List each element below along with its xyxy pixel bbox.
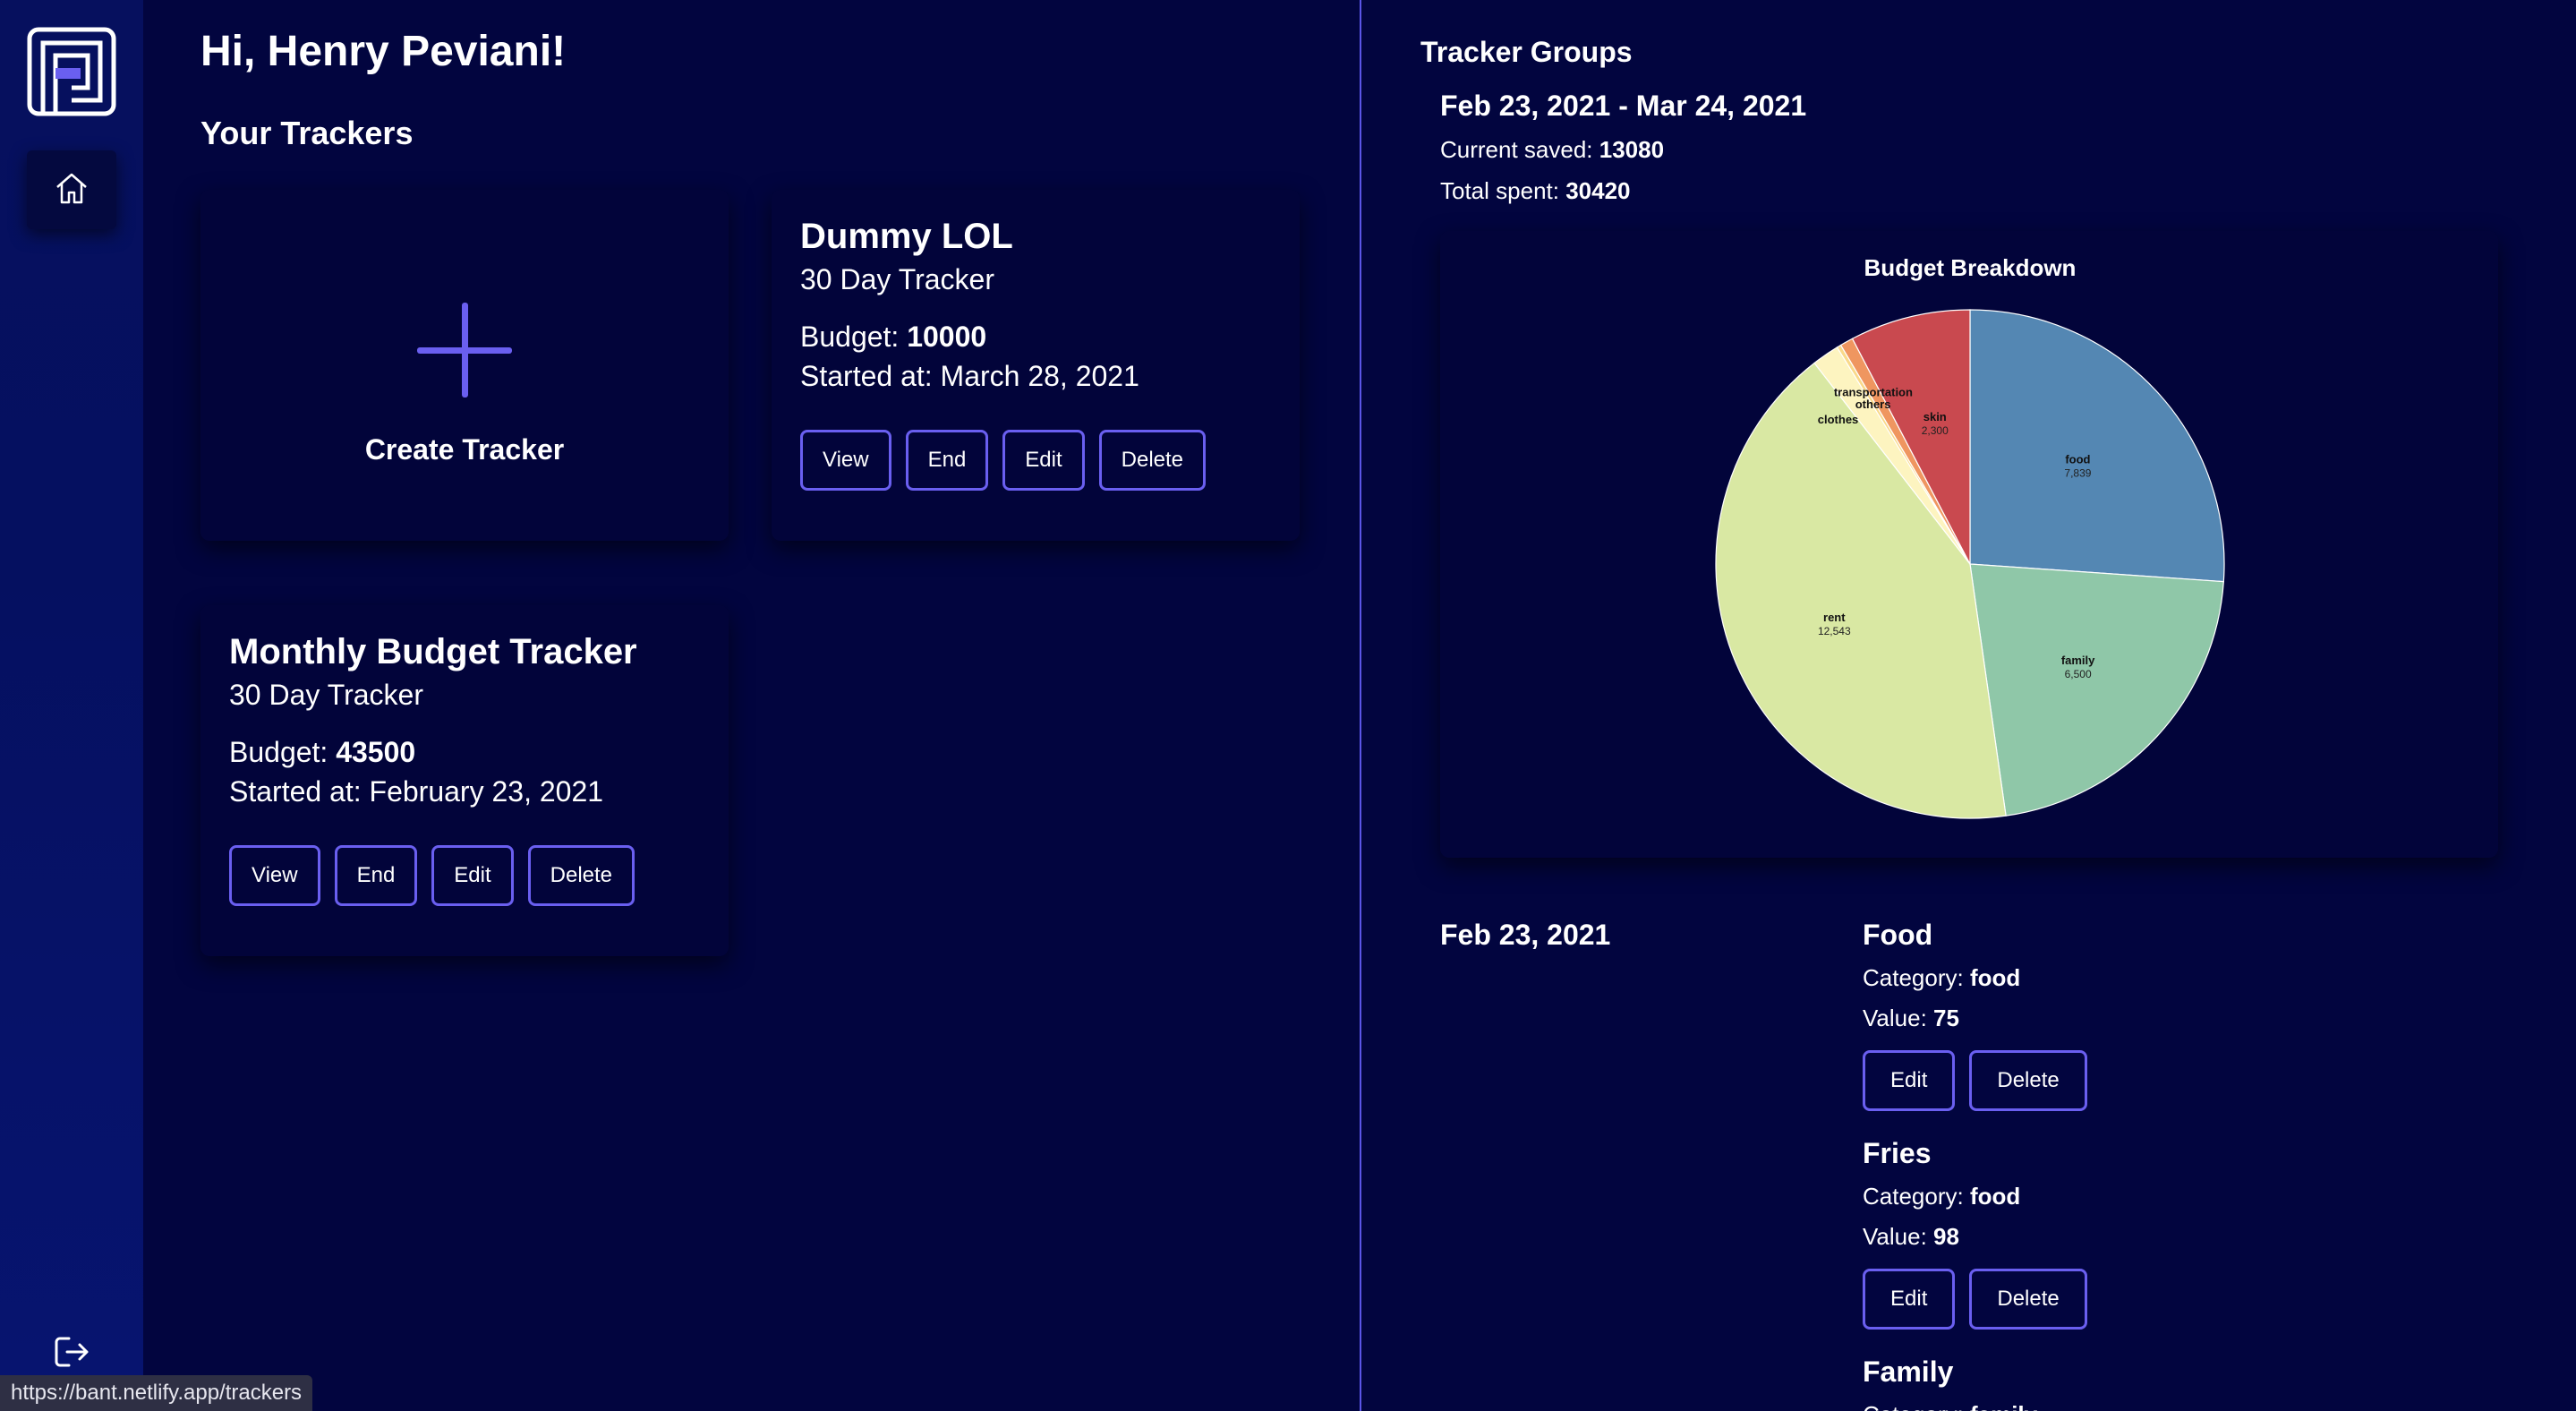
entry-category: Category: food xyxy=(1863,1183,2021,1210)
group-date-range: Feb 23, 2021 - Mar 24, 2021 xyxy=(1440,90,1807,122)
tracker-groups-heading: Tracker Groups xyxy=(1420,36,1633,68)
edit-button[interactable]: Edit xyxy=(1863,1050,1956,1111)
plus-icon[interactable] xyxy=(417,303,512,398)
tracker-started: Started at: February 23, 2021 xyxy=(229,775,604,808)
entry-category: Category: food xyxy=(1863,964,2021,991)
delete-button[interactable]: Delete xyxy=(1969,1050,2087,1111)
pie-value-family: 6,500 xyxy=(2065,668,2092,680)
view-button[interactable]: View xyxy=(229,845,320,906)
entry-actions: Edit Delete xyxy=(1863,1269,2087,1330)
entry-value: Value: 98 xyxy=(1863,1223,1959,1250)
entry-item: Fries Category: food Value: 98 Edit Dele… xyxy=(1863,1137,2087,1330)
tracker-groups-panel: Tracker Groups Feb 23, 2021 - Mar 24, 20… xyxy=(1361,0,2576,1411)
logout-button[interactable] xyxy=(50,1332,93,1375)
tracker-actions: View End Edit Delete xyxy=(800,430,1207,491)
your-trackers-heading: Your Trackers xyxy=(200,115,414,151)
pie-label-clothes: clothes xyxy=(1818,413,1859,426)
entry-value: Value: 75 xyxy=(1863,1005,1959,1031)
view-button[interactable]: View xyxy=(800,430,891,491)
current-saved: Current saved: 13080 xyxy=(1440,136,1665,163)
tracker-subtitle: 30 Day Tracker xyxy=(800,263,994,295)
pie-slice-food[interactable] xyxy=(1969,309,2225,583)
budget-breakdown-card: Budget Breakdown food 7,839 family 6,500 ren… xyxy=(1440,231,2498,858)
logout-icon xyxy=(53,1333,90,1375)
greeting-heading: Hi, Henry Peviani! xyxy=(200,28,567,75)
tracker-card: Dummy LOL 30 Day Tracker Budget: 10000 S… xyxy=(772,190,1300,541)
pie-label-rent: rent xyxy=(1823,611,1846,624)
home-nav-button[interactable] xyxy=(27,150,116,229)
pie-label-others: others xyxy=(1855,398,1891,411)
entry-item: Food Category: food Value: 75 Edit Delet… xyxy=(1863,919,2087,1111)
entry-name: Fries xyxy=(1863,1137,1932,1169)
chart-title: Budget Breakdown xyxy=(1864,254,2077,281)
pie-value-rent: 12,543 xyxy=(1818,625,1851,637)
sidebar xyxy=(0,0,143,1411)
tracker-title: Monthly Budget Tracker xyxy=(229,632,637,671)
pie-label-transportation: transportation xyxy=(1834,385,1913,398)
edit-button[interactable]: Edit xyxy=(1863,1269,1956,1330)
pie-value-food: 7,839 xyxy=(2064,467,2091,480)
entry-item: Family Category: family xyxy=(1863,1355,2037,1411)
tracker-budget: Budget: 43500 xyxy=(229,736,416,768)
edit-button[interactable]: Edit xyxy=(1002,430,1085,491)
tracker-card: Monthly Budget Tracker 30 Day Tracker Bu… xyxy=(200,605,729,956)
home-icon xyxy=(54,170,90,210)
pie-slice-family[interactable] xyxy=(1969,563,2224,817)
delete-button[interactable]: Delete xyxy=(527,845,635,906)
status-bar-url: https://bant.netlify.app/trackers xyxy=(0,1375,313,1411)
entry-name: Family xyxy=(1863,1355,1954,1388)
edit-button[interactable]: Edit xyxy=(431,845,514,906)
end-button[interactable]: End xyxy=(905,430,989,491)
entry-actions: Edit Delete xyxy=(1863,1050,2087,1111)
pie-label-skin: skin xyxy=(1923,410,1947,423)
tracker-subtitle: 30 Day Tracker xyxy=(229,679,423,711)
tracker-budget: Budget: 10000 xyxy=(800,321,987,353)
trackers-panel: Hi, Henry Peviani! Your Trackers Create … xyxy=(143,0,1361,1411)
pie-value-skin: 2,300 xyxy=(1922,424,1949,437)
budget-breakdown-chart: Budget Breakdown food7,839 family6,500 ren… xyxy=(1715,254,2225,819)
tracker-actions: View End Edit Delete xyxy=(229,845,635,906)
tracker-title: Dummy LOL xyxy=(800,217,1013,256)
entry-name: Food xyxy=(1863,919,1933,951)
delete-button[interactable]: Delete xyxy=(1969,1269,2087,1330)
end-button[interactable]: End xyxy=(334,845,418,906)
day-date: Feb 23, 2021 xyxy=(1440,919,1611,951)
total-spent: Total spent: 30420 xyxy=(1440,177,1631,204)
create-tracker-label[interactable]: Create Tracker xyxy=(200,433,729,466)
tracker-started: Started at: March 28, 2021 xyxy=(800,360,1139,392)
pie-label-food: food xyxy=(2065,453,2090,466)
pie-label-family: family xyxy=(2061,654,2095,667)
delete-button[interactable]: Delete xyxy=(1098,430,1207,491)
app-logo-icon[interactable] xyxy=(27,27,116,116)
entry-category: Category: family xyxy=(1863,1401,2037,1411)
